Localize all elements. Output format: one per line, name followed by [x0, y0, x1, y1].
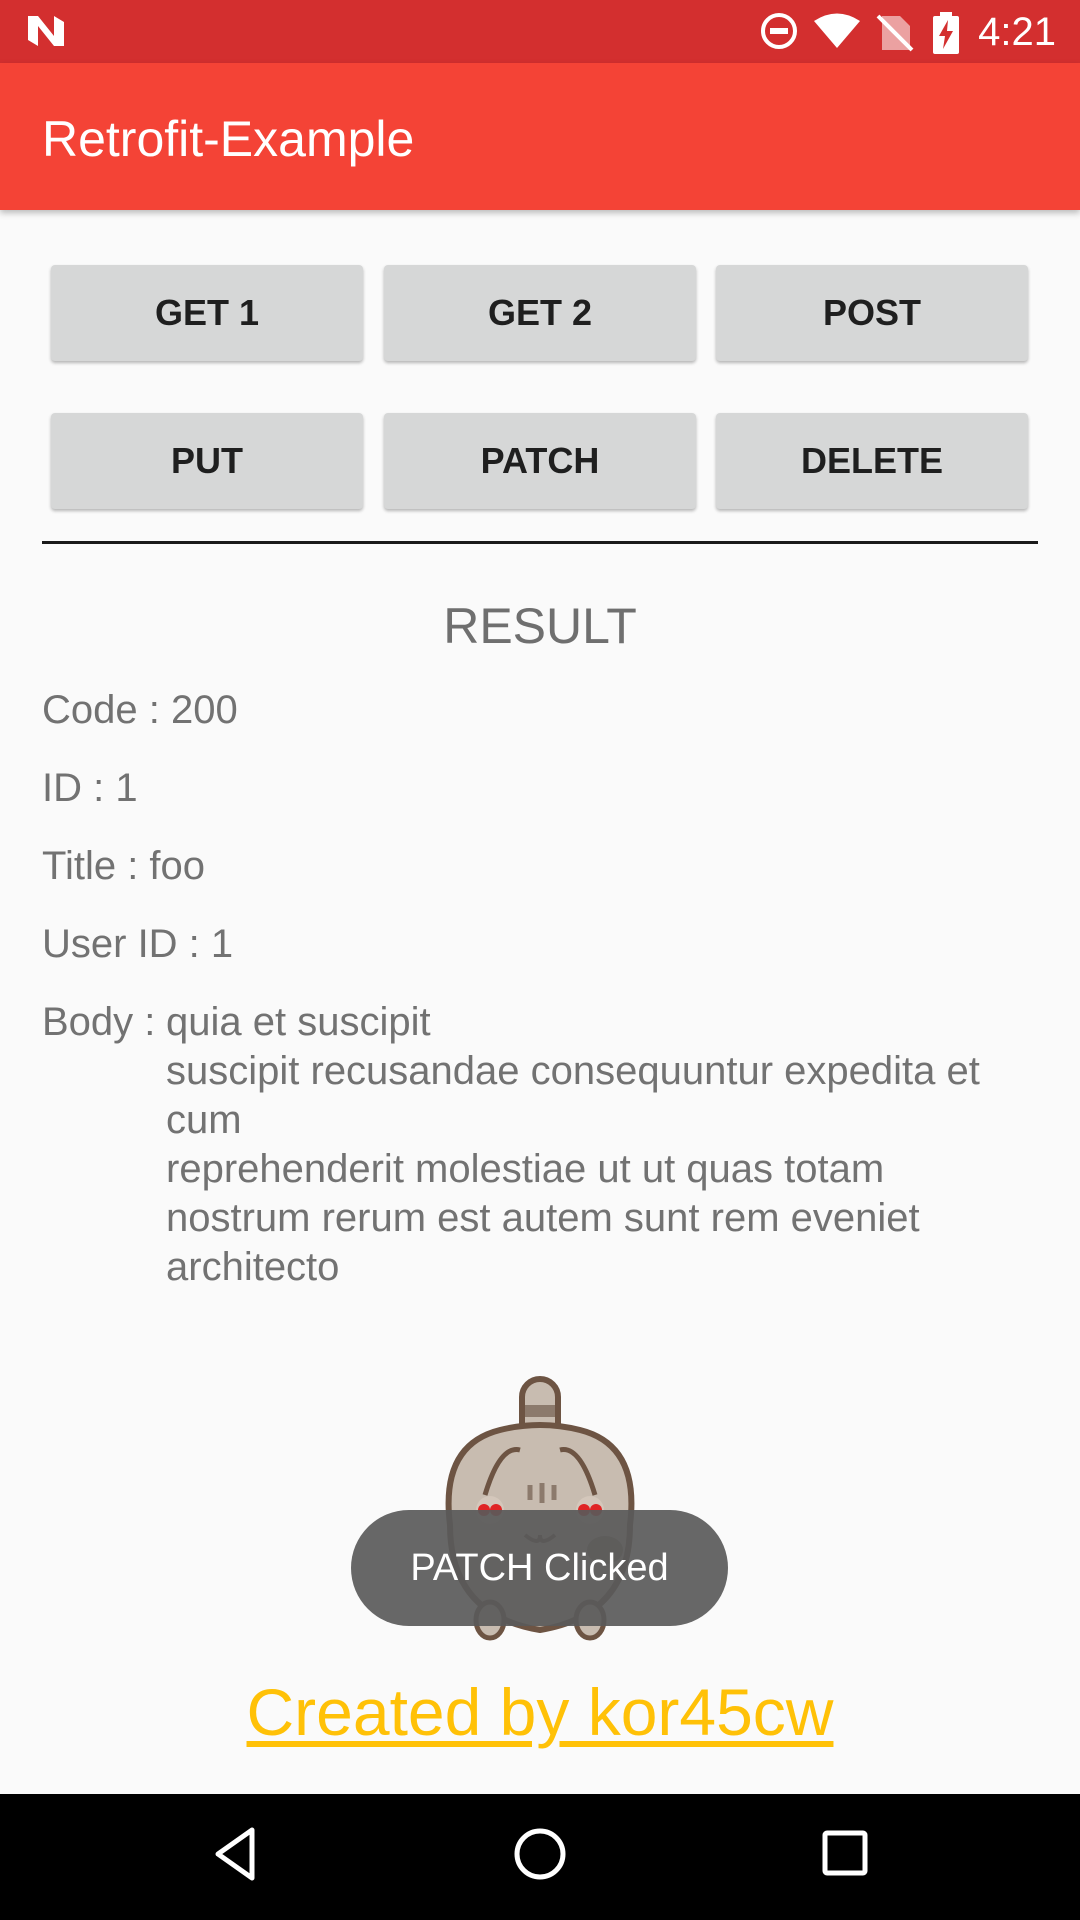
credit-link[interactable]: Created by kor45cw — [0, 1672, 1080, 1752]
post-button[interactable]: POST — [716, 265, 1028, 361]
recents-icon[interactable] — [822, 1826, 868, 1882]
android-n-logo-icon — [28, 16, 64, 46]
toast-message: PATCH Clicked — [351, 1510, 728, 1626]
divider — [42, 541, 1038, 544]
home-icon[interactable] — [512, 1826, 568, 1882]
battery-charging-icon — [933, 12, 959, 54]
app-title: Retrofit-Example — [42, 111, 415, 167]
result-body-label: Body : — [42, 1000, 156, 1044]
result-title: Title : foo — [42, 844, 206, 888]
result-body-value: quia et suscipit suscipit recusandae con… — [166, 1000, 980, 1289]
result-user-id: User ID : 1 — [42, 922, 234, 966]
app-bar: Retrofit-Example — [0, 63, 1080, 210]
put-button[interactable]: PUT — [51, 413, 363, 509]
do-not-disturb-icon — [761, 13, 797, 49]
screen: 4:21 Retrofit-Example GET 1 GET 2 POST P… — [0, 0, 1080, 1920]
status-time: 4:21 — [978, 10, 1056, 54]
back-icon[interactable] — [212, 1826, 258, 1882]
no-sim-icon — [876, 14, 914, 52]
get1-button[interactable]: GET 1 — [51, 265, 363, 361]
status-bar: 4:21 — [0, 0, 1080, 63]
get2-button[interactable]: GET 2 — [384, 265, 696, 361]
wifi-icon — [814, 13, 860, 48]
patch-button[interactable]: PATCH — [384, 413, 696, 509]
delete-button[interactable]: DELETE — [716, 413, 1028, 509]
result-heading: RESULT — [443, 598, 637, 654]
result-code: Code : 200 — [42, 688, 238, 732]
result-id: ID : 1 — [42, 766, 138, 810]
navigation-bar — [0, 1794, 1080, 1920]
